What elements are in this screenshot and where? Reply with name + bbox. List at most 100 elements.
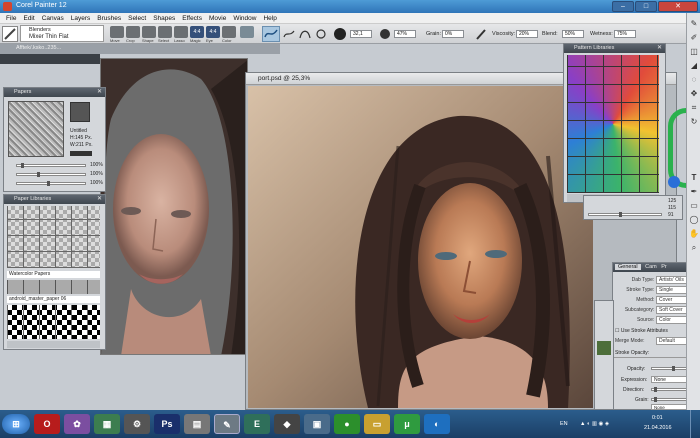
grabber-tool-icon[interactable]: ✋	[689, 229, 699, 239]
tab-pr[interactable]: Pr	[661, 264, 667, 270]
brush-tool-icon[interactable]: ✎	[689, 19, 699, 29]
rotate-tool-icon[interactable]: ↻	[689, 117, 699, 127]
menu-window[interactable]: Window	[233, 15, 256, 22]
language-indicator[interactable]: EN	[560, 421, 568, 427]
painter-taskbar-icon[interactable]: ✎	[214, 414, 240, 434]
brush-variant: Mixer Thin Flat	[29, 34, 69, 40]
paper-thumb-icon[interactable]	[70, 102, 90, 122]
use-stroke-attr-label: Use Stroke Attributes	[620, 328, 668, 334]
secondary-panel	[594, 300, 614, 410]
eye-tool-icon[interactable]: 4:4	[206, 26, 220, 38]
brush-preview-icon[interactable]	[2, 26, 18, 42]
app-icon-e[interactable]: E	[244, 414, 270, 434]
move-tool-icon[interactable]	[110, 26, 124, 38]
minimize-button[interactable]: –	[612, 1, 634, 12]
paper-grid-1[interactable]	[7, 206, 100, 268]
reference-photo	[101, 59, 247, 354]
start-button[interactable]: ⊞	[2, 414, 30, 434]
paper-library-toolbar[interactable]	[7, 341, 100, 348]
color-swatch-icon[interactable]	[668, 176, 680, 188]
tray-icons[interactable]: ▲ ◐ ▥ ◉ ◈	[580, 421, 609, 427]
freehand-stroke-icon[interactable]	[262, 26, 280, 42]
viscosity-field[interactable]: 20%	[516, 30, 538, 38]
size-field[interactable]: 32,1	[350, 30, 372, 38]
photoshop-icon[interactable]: Ps	[154, 414, 180, 434]
dropper-tool-icon[interactable]: ✐	[689, 33, 699, 43]
menu-brushes[interactable]: Brushes	[97, 15, 121, 22]
paper-grid-3[interactable]	[7, 305, 100, 339]
document-tab[interactable]: Afftek/.ksko..235...	[0, 44, 280, 54]
wetness-field[interactable]: 75%	[614, 30, 636, 38]
app-icon-blue[interactable]: ◐	[424, 414, 450, 434]
use-stroke-attr-checkbox[interactable]: ☐ Use Stroke Attributes	[615, 328, 668, 334]
pattern-grid[interactable]	[567, 55, 659, 193]
app-icon-tool[interactable]: ⚙	[124, 414, 150, 434]
color-tool-icon[interactable]	[222, 26, 236, 38]
menu-movie[interactable]: Movie	[209, 15, 226, 22]
curve-stroke-icon[interactable]	[298, 27, 312, 41]
paper-grid-2[interactable]	[7, 280, 100, 294]
reset-stroke-icon[interactable]	[314, 27, 328, 41]
shape-tool-icon[interactable]: ▭	[689, 201, 699, 211]
paper-options-icon[interactable]	[70, 151, 92, 156]
stroke-settings-icon[interactable]	[240, 26, 254, 38]
menu-file[interactable]: File	[6, 15, 16, 22]
crop-tool-icon[interactable]: ⌗	[689, 103, 699, 113]
app-icon-folder[interactable]: ▣	[304, 414, 330, 434]
app-icon-files[interactable]: ▤	[184, 414, 210, 434]
brush-icon[interactable]	[474, 27, 488, 41]
straight-stroke-icon[interactable]	[282, 27, 296, 41]
app-icon-explorer[interactable]: ▭	[364, 414, 390, 434]
tab-cam[interactable]: Cam	[645, 264, 657, 270]
show-desktop-button[interactable]	[690, 410, 700, 438]
paper-texture-preview[interactable]	[8, 101, 64, 157]
magic-tool-icon[interactable]: 4:4	[190, 26, 204, 38]
opacity-field[interactable]: 47%	[394, 30, 416, 38]
move-tool-icon[interactable]: ✥	[689, 89, 699, 99]
clock-time[interactable]: 0:01	[652, 415, 663, 421]
app-icon-game[interactable]: ◆	[274, 414, 300, 434]
menu-select[interactable]: Select	[128, 15, 146, 22]
painting-canvas[interactable]	[248, 86, 593, 408]
close-button[interactable]: ✕	[658, 1, 698, 12]
app-icon-photos[interactable]: ▦	[94, 414, 120, 434]
menu-shapes[interactable]: Shapes	[153, 15, 175, 22]
paper-brightness-slider[interactable]	[16, 181, 86, 186]
app-icon-green[interactable]: ●	[334, 414, 360, 434]
tool-label: Color	[222, 38, 232, 43]
zoom-tool-icon[interactable]: ⌕	[689, 243, 699, 253]
opera-icon[interactable]: O	[34, 414, 60, 434]
menu-canvas[interactable]: Canvas	[42, 15, 64, 22]
eraser-tool-icon[interactable]: ◫	[689, 47, 699, 57]
paper-library-name-2[interactable]: android_master_paper 06	[7, 296, 100, 303]
app-icon-flower[interactable]: ✿	[64, 414, 90, 434]
lasso-tool-icon[interactable]: ◌	[689, 75, 699, 85]
app-icon	[3, 2, 12, 11]
blend-field[interactable]: 50%	[562, 30, 584, 38]
crop-tool-icon[interactable]	[126, 26, 140, 38]
select-tool-icon[interactable]	[158, 26, 172, 38]
clock-date[interactable]: 21.04.2016	[644, 425, 672, 431]
layer-thumb-icon[interactable]	[597, 341, 611, 355]
pen-tool-icon[interactable]: ✒	[689, 187, 699, 197]
grain-label: Grain:	[426, 31, 441, 37]
paper-contrast-slider[interactable]	[16, 172, 86, 177]
lasso-tool-icon[interactable]	[174, 26, 188, 38]
paper-scale-slider[interactable]	[16, 163, 86, 168]
reference-photo-window[interactable]	[100, 58, 248, 355]
grain-field[interactable]: 0%	[442, 30, 464, 38]
menu-edit[interactable]: Edit	[23, 15, 34, 22]
text-tool-icon[interactable]: T	[689, 173, 699, 183]
menu-effects[interactable]: Effects	[182, 15, 202, 22]
ellipse-tool-icon[interactable]: ◯	[689, 215, 699, 225]
shape-tool-icon[interactable]	[142, 26, 156, 38]
brush-selector[interactable]: Blenders Mixer Thin Flat	[20, 25, 104, 42]
tab-general[interactable]: General	[615, 264, 641, 270]
menu-layers[interactable]: Layers	[71, 15, 91, 22]
utorrent-icon[interactable]: μ	[394, 414, 420, 434]
menu-help[interactable]: Help	[263, 15, 276, 22]
pattern-slider[interactable]	[588, 212, 662, 217]
bucket-tool-icon[interactable]: ◢	[689, 61, 699, 71]
maximize-button[interactable]: □	[635, 1, 657, 12]
paper-library-name-1[interactable]: Watercolor Papers	[7, 271, 100, 278]
